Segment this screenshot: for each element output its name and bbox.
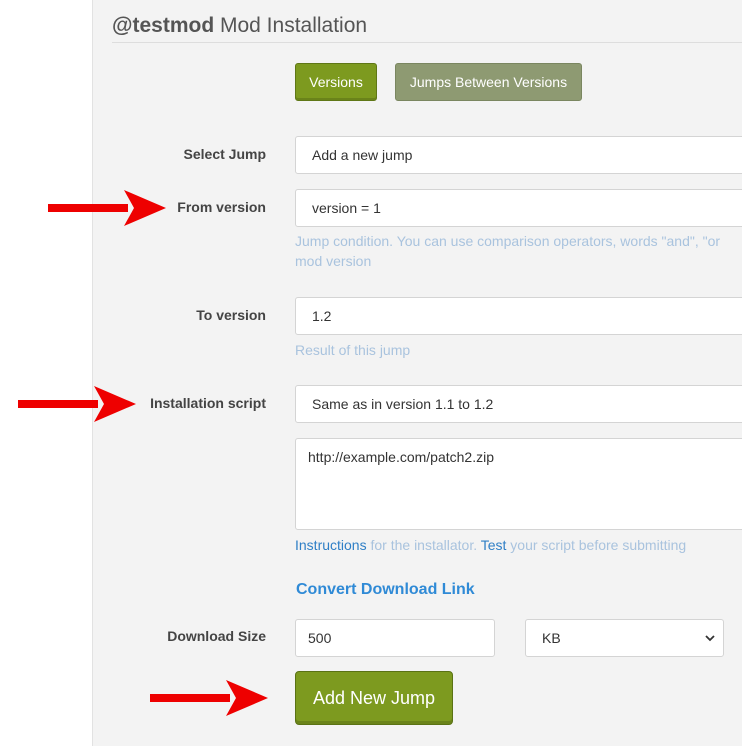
help-text-2: your script before submitting (506, 537, 687, 553)
from-version-help-line2: mod version (295, 253, 372, 269)
installation-script-textarea[interactable]: http://example.com/patch2.zip (295, 438, 742, 530)
download-size-label: Download Size (167, 628, 266, 644)
arrow-from-version-icon (48, 190, 166, 226)
installation-script-select[interactable]: Same as in version 1.1 to 1.2 (295, 385, 742, 423)
title-divider (112, 42, 742, 43)
tab-versions[interactable]: Versions (295, 63, 377, 101)
from-version-help: Jump condition. You can use comparison o… (295, 231, 720, 271)
to-version-help: Result of this jump (295, 342, 411, 358)
arrow-installation-script-icon (18, 386, 136, 422)
chevron-down-icon (705, 635, 715, 642)
help-text-1: for the installator. (366, 537, 481, 553)
select-jump-label: Select Jump (183, 146, 266, 162)
add-new-jump-button[interactable]: Add New Jump (295, 671, 453, 725)
to-version-input[interactable]: 1.2 (295, 297, 742, 335)
from-version-help-line1: Jump condition. You can use comparison o… (295, 233, 721, 249)
arrow-submit-icon (150, 680, 268, 716)
size-unit-select[interactable]: KB (525, 619, 724, 657)
installation-script-help: Instructions for the installator. Test y… (295, 535, 686, 555)
select-jump-select[interactable]: Add a new jump (295, 136, 742, 174)
title-suffix: Mod Installation (220, 14, 368, 37)
download-size-input[interactable]: 500 (295, 619, 495, 657)
mod-name: @testmod (112, 14, 215, 37)
from-version-input[interactable]: version = 1 (295, 189, 742, 227)
instructions-link[interactable]: Instructions (295, 537, 367, 553)
to-version-label: To version (196, 307, 266, 323)
convert-download-link[interactable]: Convert Download Link (296, 581, 475, 599)
page-title: @testmod Mod Installation (112, 14, 367, 38)
test-link[interactable]: Test (481, 537, 507, 553)
size-unit-value: KB (542, 630, 561, 646)
tab-jumps-between-versions[interactable]: Jumps Between Versions (395, 63, 582, 101)
